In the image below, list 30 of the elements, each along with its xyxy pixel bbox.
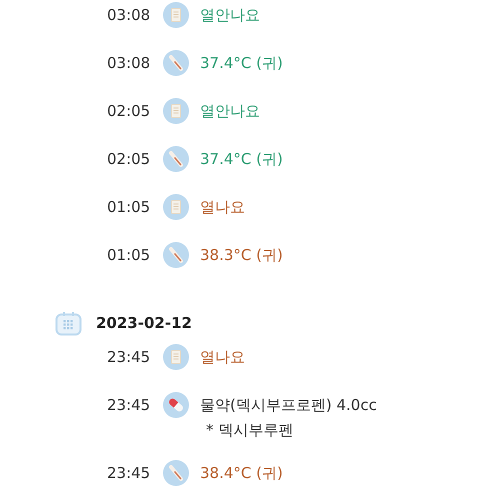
entry-time: 01:05 [107,197,152,218]
thermometer-icon [163,50,189,76]
memo-icon [163,2,189,28]
thermometer-icon [163,460,189,486]
entry-time: 01:05 [107,245,152,266]
memo-icon [163,194,189,220]
entry-time: 23:45 [107,347,152,368]
entry-time: 03:08 [107,5,152,26]
entry-text: 열나요 [200,197,245,218]
calendar-icon [55,310,82,336]
entry-text: 열안나요 [200,5,260,26]
thermometer-icon [163,242,189,268]
entry-text: 37.4°C (귀) [200,53,283,74]
entry-note: * 덱시부루펜 [205,420,294,440]
entry-text: 열안나요 [200,101,260,122]
memo-icon [163,98,189,124]
entry-time: 23:45 [107,395,152,416]
entry-time: 02:05 [107,149,152,170]
entry-time: 02:05 [107,101,152,122]
entry-text: 37.4°C (귀) [200,149,283,170]
entry-time: 23:45 [107,463,152,484]
date-heading: 2023-02-12 [96,314,192,332]
entry-time: 03:08 [107,53,152,74]
entry-text: 38.4°C (귀) [200,463,283,484]
thermometer-icon [163,146,189,172]
entry-text: 물약(덱시부프로펜) 4.0cc [200,395,377,416]
entry-text: 38.3°C (귀) [200,245,283,266]
memo-icon [163,344,189,370]
pill-icon [163,392,189,418]
entry-text: 열나요 [200,347,245,368]
